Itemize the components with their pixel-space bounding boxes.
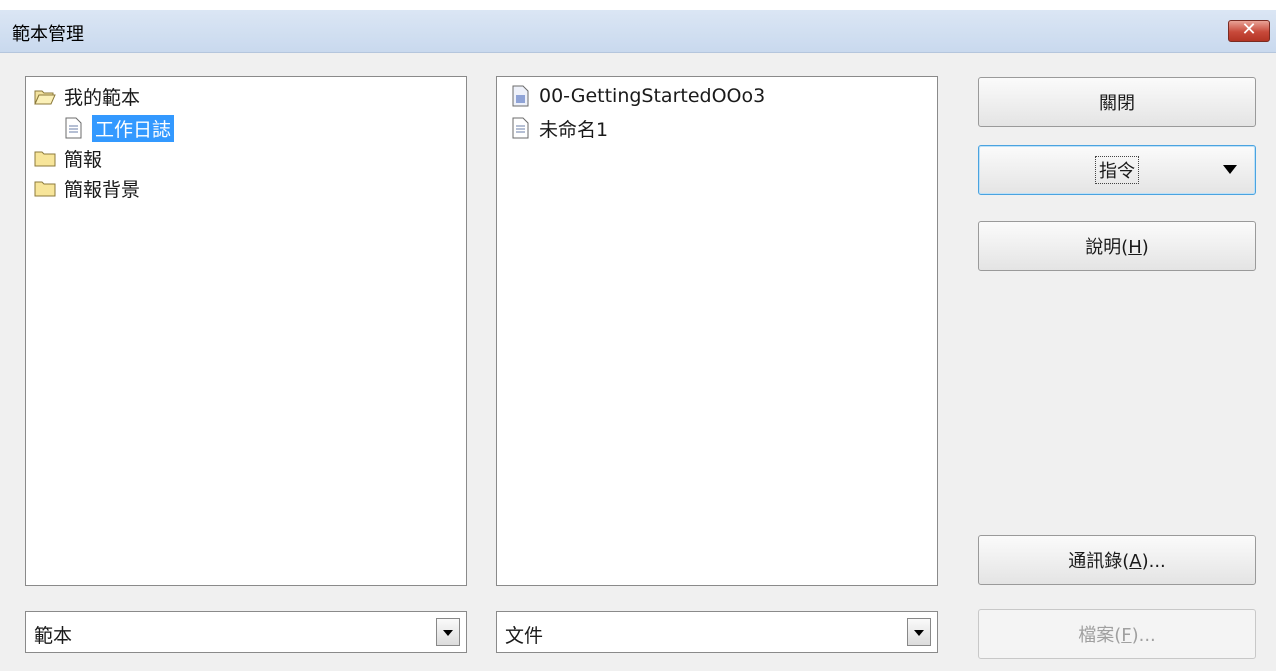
close-window-button[interactable]: ✕ — [1228, 19, 1270, 42]
document-list[interactable]: 00-GettingStartedOOo3 未命名1 — [496, 76, 938, 586]
document-icon — [512, 117, 529, 139]
right-type-select[interactable]: 文件 — [496, 611, 938, 653]
chevron-down-icon[interactable] — [907, 618, 931, 646]
close-icon: ✕ — [1241, 19, 1257, 40]
tree-item-work-log[interactable]: 工作日誌 — [62, 114, 175, 142]
help-button[interactable]: 說明(H) — [978, 221, 1256, 271]
address-book-button[interactable]: 通訊錄(A)... — [978, 535, 1256, 585]
tree-item-label: 簡報 — [64, 148, 103, 171]
title-bar: 範本管理 ✕ — [0, 10, 1276, 53]
template-management-dialog: 範本管理 ✕ 我的範本 工作日誌 簡報 簡報背景 00-GettingStart… — [0, 10, 1276, 671]
document-icon — [65, 117, 82, 139]
folder-icon — [34, 181, 56, 197]
help-button-label: 說明(H) — [1085, 237, 1149, 258]
window-title: 範本管理 — [12, 24, 84, 45]
tree-item-label: 我的範本 — [64, 86, 141, 109]
close-button[interactable]: 關閉 — [978, 77, 1256, 127]
tree-item-label: 簡報背景 — [64, 178, 141, 201]
left-type-select-value: 範本 — [34, 625, 73, 647]
right-type-select-value: 文件 — [505, 625, 544, 647]
folder-icon — [34, 151, 56, 167]
document-item-label: 00-GettingStartedOOo3 — [539, 85, 766, 107]
document-icon — [512, 85, 529, 107]
template-category-tree[interactable]: 我的範本 工作日誌 簡報 簡報背景 — [25, 76, 467, 586]
file-button-label: 檔案(F)... — [1078, 625, 1156, 646]
chevron-down-icon[interactable] — [436, 618, 460, 646]
dropdown-arrow-icon — [1223, 165, 1237, 174]
document-item-untitled[interactable]: 未命名1 — [509, 115, 608, 141]
address-book-button-label: 通訊錄(A)... — [1068, 551, 1166, 572]
left-type-select[interactable]: 範本 — [25, 611, 467, 653]
tree-item-my-templates[interactable]: 我的範本 — [34, 83, 140, 109]
tree-item-label: 工作日誌 — [92, 114, 175, 142]
close-button-label: 關閉 — [1099, 93, 1135, 114]
document-item-label: 未命名1 — [539, 118, 609, 141]
commands-button-label: 指令 — [1095, 156, 1139, 184]
document-item-getting-started[interactable]: 00-GettingStartedOOo3 — [509, 83, 765, 109]
tree-item-presentations[interactable]: 簡報 — [34, 145, 102, 171]
file-button: 檔案(F)... — [978, 609, 1256, 659]
commands-button[interactable]: 指令 — [978, 145, 1256, 195]
tree-item-presentation-backgrounds[interactable]: 簡報背景 — [34, 175, 140, 201]
open-folder-icon — [34, 90, 56, 105]
